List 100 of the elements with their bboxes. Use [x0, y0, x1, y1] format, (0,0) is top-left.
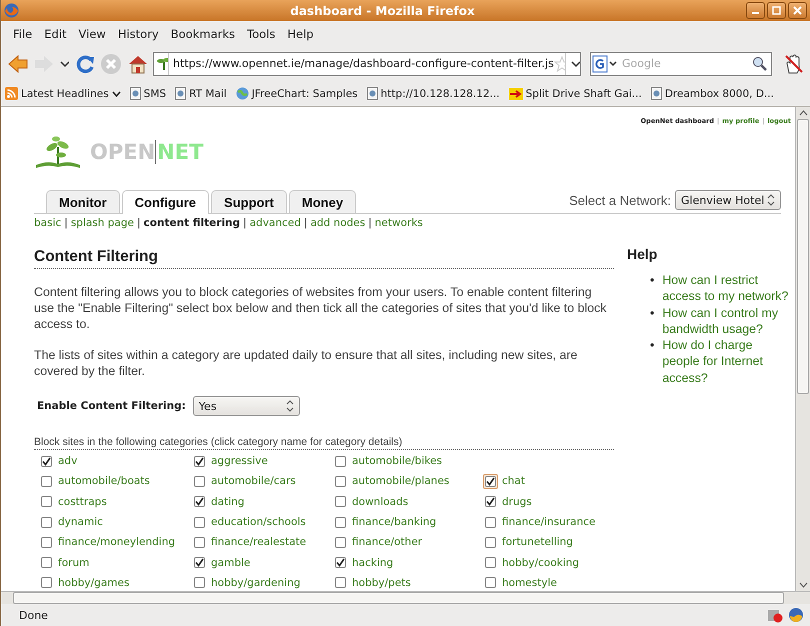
- checkbox[interactable]: [41, 476, 52, 487]
- maximize-icon[interactable]: [766, 2, 786, 19]
- help-link[interactable]: How do I charge people for Internet access?: [662, 337, 790, 386]
- filter-select[interactable]: Yes: [192, 396, 300, 416]
- bookmark-item[interactable]: Dreambox 8000, D...: [650, 87, 774, 100]
- help-link[interactable]: How can I control my bandwidth usage?: [662, 304, 790, 338]
- category-link[interactable]: hobby/games: [58, 576, 130, 589]
- category-link[interactable]: adv: [58, 455, 78, 468]
- category-link[interactable]: finance/other: [352, 536, 422, 548]
- category-link[interactable]: finance/moneylending: [58, 536, 176, 548]
- menu-item[interactable]: File: [7, 26, 38, 40]
- help-link[interactable]: How can I restrict access to my network?: [662, 272, 790, 305]
- checkbox[interactable]: [485, 557, 496, 568]
- category-link[interactable]: chat: [502, 475, 525, 488]
- back-icon[interactable]: [7, 54, 28, 74]
- category-link[interactable]: hobby/pets: [352, 576, 411, 589]
- checkbox[interactable]: [485, 577, 496, 588]
- category-link[interactable]: finance/realestate: [211, 536, 306, 548]
- checkbox[interactable]: [335, 476, 346, 487]
- menu-item[interactable]: Bookmarks: [164, 26, 241, 40]
- subnav-link[interactable]: basic: [34, 217, 62, 229]
- category-link[interactable]: automobile/bikes: [352, 455, 442, 468]
- bookmark-item[interactable]: Split Drive Shaft Gai...: [508, 88, 642, 100]
- checkbox[interactable]: [41, 536, 52, 548]
- subnav-link[interactable]: add nodes: [310, 217, 366, 229]
- search-box[interactable]: Google: [590, 52, 772, 76]
- category-link[interactable]: downloads: [352, 496, 408, 508]
- checkbox[interactable]: [41, 516, 52, 528]
- category-link[interactable]: finance/banking: [352, 516, 436, 528]
- star-icon[interactable]: [554, 56, 565, 72]
- category-link[interactable]: education/schools: [211, 516, 306, 528]
- checkbox[interactable]: [485, 536, 496, 548]
- checkbox[interactable]: [485, 496, 496, 508]
- category-link[interactable]: costtraps: [58, 496, 107, 508]
- network-select[interactable]: Glenview Hotel: [675, 190, 781, 210]
- checkbox[interactable]: [194, 577, 205, 588]
- nav-tab[interactable]: Monitor: [46, 190, 120, 213]
- checkbox[interactable]: [194, 496, 205, 508]
- menu-item[interactable]: Edit: [38, 26, 73, 40]
- category-link[interactable]: dating: [211, 496, 244, 508]
- search-icon[interactable]: [752, 56, 768, 72]
- checkbox[interactable]: [194, 557, 205, 568]
- checkbox[interactable]: [194, 536, 205, 548]
- bookmark-item[interactable]: http://10.128.128.12...: [366, 87, 500, 100]
- menu-item[interactable]: View: [72, 26, 112, 40]
- checkbox[interactable]: [335, 577, 346, 588]
- checkbox[interactable]: [41, 496, 52, 508]
- reload-icon[interactable]: [74, 52, 96, 74]
- bookmark-item[interactable]: SMS: [130, 87, 166, 100]
- minimize-icon[interactable]: [746, 2, 765, 19]
- help-heading: Help: [627, 246, 658, 262]
- checkbox[interactable]: [335, 516, 346, 528]
- category-link[interactable]: drugs: [502, 496, 532, 508]
- category-link[interactable]: finance/insurance: [502, 516, 596, 528]
- bookmark-item[interactable]: Latest Headlines: [5, 87, 121, 100]
- horizontal-scrollbar[interactable]: [1, 591, 810, 604]
- page-icon: [366, 87, 378, 100]
- checkbox[interactable]: [41, 456, 52, 467]
- dropdown-icon[interactable]: [60, 60, 70, 68]
- nav-tab[interactable]: Support: [211, 190, 287, 213]
- subnav-link[interactable]: content filtering: [144, 217, 240, 229]
- close-icon[interactable]: [788, 2, 807, 19]
- category-link[interactable]: hacking: [352, 556, 394, 569]
- subnav-link[interactable]: advanced: [250, 217, 301, 229]
- checkbox[interactable]: [335, 557, 346, 568]
- checkbox[interactable]: [41, 577, 52, 588]
- category-link[interactable]: automobile/boats: [58, 475, 150, 488]
- category-link[interactable]: automobile/cars: [211, 475, 296, 488]
- checkbox[interactable]: [335, 456, 346, 467]
- hand-icon[interactable]: [782, 52, 804, 74]
- vertical-scrollbar[interactable]: [795, 107, 810, 591]
- checkbox[interactable]: [41, 557, 52, 568]
- category-link[interactable]: homestyle: [502, 576, 557, 589]
- checkbox[interactable]: [194, 476, 205, 487]
- checkbox[interactable]: [335, 536, 346, 548]
- bookmark-item[interactable]: RT Mail: [175, 87, 227, 100]
- menu-item[interactable]: Help: [281, 26, 320, 40]
- category-link[interactable]: gamble: [211, 556, 250, 569]
- nav-tab[interactable]: Money: [288, 190, 356, 213]
- menu-item[interactable]: Tools: [241, 26, 282, 40]
- category-link[interactable]: automobile/planes: [352, 475, 450, 488]
- bookmark-item[interactable]: JFreeChart: Samples: [236, 87, 358, 100]
- search-engine-icon[interactable]: [591, 54, 619, 72]
- subnav-link[interactable]: splash page: [70, 217, 134, 229]
- checkbox[interactable]: [194, 456, 205, 467]
- category-link[interactable]: hobby/gardening: [211, 576, 300, 589]
- checkbox[interactable]: [335, 496, 346, 508]
- arrow-icon: [508, 88, 523, 100]
- category-link[interactable]: forum: [58, 556, 90, 569]
- checkbox[interactable]: [485, 516, 496, 528]
- category-link[interactable]: fortunetelling: [502, 536, 573, 548]
- checkbox[interactable]: [194, 516, 205, 528]
- subnav-link[interactable]: networks: [374, 217, 423, 229]
- nav-tab[interactable]: Configure: [122, 190, 210, 214]
- category-link[interactable]: dynamic: [58, 516, 103, 528]
- category-link[interactable]: hobby/cooking: [502, 556, 580, 569]
- address-bar[interactable]: https://www.opennet.ie/manage/dashboard-configure-content-filter.js: [153, 52, 581, 76]
- logo-text: NET: [155, 140, 204, 164]
- menu-item[interactable]: History: [112, 26, 165, 40]
- category-link[interactable]: aggressive: [211, 455, 268, 468]
